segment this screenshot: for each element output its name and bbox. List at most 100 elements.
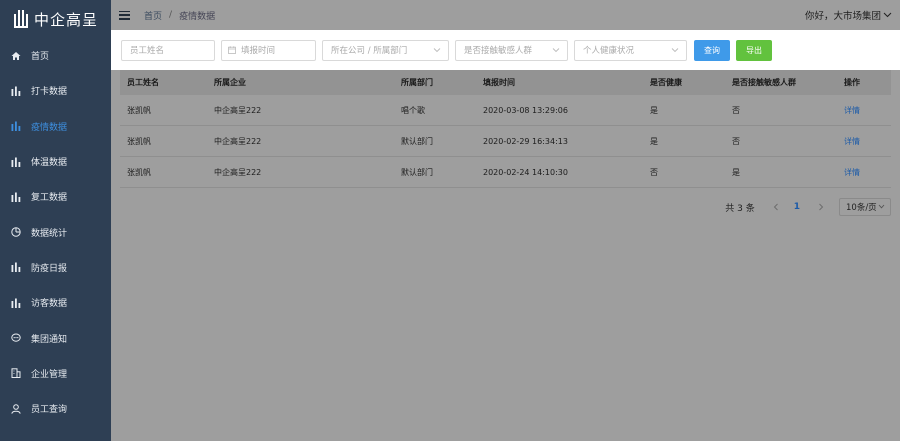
table-cell: 张凯帆 — [127, 136, 151, 146]
company-department-cascader[interactable]: 所在公司 / 所属部门 — [322, 39, 449, 61]
column-header: 所属企业 — [214, 78, 246, 87]
bar-chart-icon — [10, 262, 21, 273]
sidebar-item-enterprise-management[interactable]: 企业管理 — [0, 356, 111, 391]
sidebar-item-home[interactable]: 首页 — [0, 38, 111, 73]
pagination: 共 3 条 1 10条/页 — [111, 196, 891, 218]
employee-name-input[interactable]: 员工姓名 — [121, 39, 215, 61]
pagination-total: 共 3 条 — [725, 203, 755, 214]
table-cell: 是 — [732, 167, 740, 177]
chevron-down-icon — [433, 47, 441, 52]
sidebar-item-label: 数据统计 — [31, 228, 68, 239]
table-cell: 中企高呈222 — [214, 105, 262, 115]
table-header-row: 员工姓名 所属企业 所属部门 填报时间 是否健康 是否接触敏感人群 操作 — [120, 70, 891, 95]
user-greeting: 你好，大市场集团 — [804, 11, 881, 22]
table-cell: 张凯帆 — [127, 167, 151, 177]
sensitive-contact-placeholder: 是否接触敏感人群 — [464, 46, 533, 56]
page-number[interactable]: 1 — [794, 202, 800, 212]
page-size-select[interactable]: 10条/页 — [839, 198, 891, 216]
table-cell: 默认部门 — [401, 136, 433, 146]
calendar-icon — [228, 46, 236, 54]
bar-chart-icon — [10, 191, 21, 202]
column-header: 所属部门 — [401, 78, 433, 87]
sidebar-item-group-notice[interactable]: 集团通知 — [0, 320, 111, 355]
sidebar-nav: 首页 打卡数据 疫情数据 体温数据 复工数据 数据统计 防疫日报 访客数据 集团… — [0, 38, 111, 426]
table-cell: 否 — [732, 136, 740, 146]
sidebar-item-epidemic-data[interactable]: 疫情数据 — [0, 109, 111, 144]
sidebar-item-temperature-data[interactable]: 体温数据 — [0, 144, 111, 179]
sensitive-contact-select[interactable]: 是否接触敏感人群 — [455, 39, 568, 61]
details-link[interactable]: 详情 — [844, 106, 860, 115]
query-button[interactable]: 查询 — [694, 39, 730, 61]
sidebar-item-resume-work-data[interactable]: 复工数据 — [0, 179, 111, 214]
brand-name: 中企高呈 — [34, 10, 99, 29]
column-header: 员工姓名 — [127, 78, 159, 87]
sidebar-item-label: 打卡数据 — [31, 87, 68, 98]
company-department-placeholder: 所在公司 / 所属部门 — [331, 46, 408, 56]
report-date-placeholder: 填报时间 — [241, 46, 276, 56]
health-status-select[interactable]: 个人健康状况 — [574, 39, 687, 61]
user-menu[interactable]: 你好，大市场集团 — [805, 0, 892, 30]
bar-chart-icon — [10, 297, 21, 308]
table-cell: 2020-02-24 14:10:30 — [483, 167, 568, 177]
export-button[interactable]: 导出 — [736, 39, 772, 61]
table-cell: 默认部门 — [401, 167, 433, 177]
user-icon — [10, 403, 21, 414]
chevron-down-icon — [878, 204, 885, 209]
table-cell: 2020-03-08 13:29:06 — [483, 105, 568, 115]
sidebar-item-label: 访客数据 — [31, 299, 68, 310]
table-cell: 张凯帆 — [127, 105, 151, 115]
table-cell: 是 — [650, 105, 658, 115]
menu-toggle-icon[interactable] — [119, 10, 130, 20]
sidebar-item-checkin-data[interactable]: 打卡数据 — [0, 73, 111, 108]
column-header: 是否接触敏感人群 — [732, 78, 796, 87]
page-size-value: 10条/页 — [846, 203, 877, 213]
logo-mark-icon — [14, 10, 28, 28]
sidebar-item-label: 集团通知 — [31, 334, 68, 345]
sidebar-item-label: 员工查询 — [31, 405, 68, 416]
table-cell: 唱个歌 — [401, 105, 425, 115]
table-cell: 中企高呈222 — [214, 167, 262, 177]
sidebar-item-label: 复工数据 — [31, 193, 68, 204]
sidebar-item-label: 首页 — [31, 52, 50, 63]
sidebar-item-employee-query[interactable]: 员工查询 — [0, 391, 111, 426]
health-status-placeholder: 个人健康状况 — [583, 46, 635, 56]
table-cell: 2020-02-29 16:34:13 — [483, 136, 568, 146]
next-page-icon[interactable] — [814, 200, 828, 214]
chevron-down-icon — [671, 47, 679, 52]
details-link[interactable]: 详情 — [844, 137, 860, 146]
home-icon — [10, 50, 21, 61]
breadcrumb-home[interactable]: 首页 — [144, 9, 162, 22]
breadcrumb-current: 疫情数据 — [179, 11, 216, 22]
column-header: 是否健康 — [650, 78, 682, 87]
sidebar-item-label: 体温数据 — [31, 158, 68, 169]
breadcrumb-separator: / — [169, 10, 173, 20]
sidebar-item-label: 防疫日报 — [31, 263, 68, 274]
table-row: 张凯帆 中企高呈222 唱个歌 2020-03-08 13:29:06 是 否 … — [120, 95, 891, 126]
column-header: 填报时间 — [483, 78, 515, 87]
brand-logo[interactable]: 中企高呈 — [0, 0, 111, 38]
top-bar: 首页 / 疫情数据 你好，大市场集团 — [111, 0, 900, 30]
bar-chart-icon — [10, 156, 21, 167]
sidebar-item-statistics[interactable]: 数据统计 — [0, 214, 111, 249]
building-icon — [10, 368, 21, 379]
filter-bar: 员工姓名 填报时间 所在公司 / 所属部门 是否接触敏感人群 个人健康状况 查询… — [111, 30, 900, 70]
bar-chart-icon — [10, 121, 21, 132]
details-link[interactable]: 详情 — [844, 168, 860, 177]
sidebar-item-daily-report[interactable]: 防疫日报 — [0, 250, 111, 285]
sidebar-item-label: 疫情数据 — [31, 122, 68, 133]
sidebar: 中企高呈 首页 打卡数据 疫情数据 体温数据 复工数据 数据统计 防疫日报 访客… — [0, 0, 111, 441]
employee-name-placeholder: 员工姓名 — [130, 46, 165, 56]
pie-chart-icon — [10, 227, 21, 238]
report-date-picker[interactable]: 填报时间 — [221, 39, 316, 61]
sidebar-item-visitor-data[interactable]: 访客数据 — [0, 285, 111, 320]
epidemic-data-table: 员工姓名 所属企业 所属部门 填报时间 是否健康 是否接触敏感人群 操作 张凯帆… — [120, 70, 891, 188]
table-row: 张凯帆 中企高呈222 默认部门 2020-02-24 14:10:30 否 是… — [120, 157, 891, 188]
table-cell: 否 — [732, 105, 740, 115]
prev-page-icon[interactable] — [769, 200, 783, 214]
breadcrumb: 首页 / 疫情数据 — [144, 9, 215, 22]
sidebar-item-label: 企业管理 — [31, 369, 68, 380]
chevron-down-icon — [883, 12, 892, 18]
column-header: 操作 — [844, 78, 860, 87]
chevron-down-icon — [552, 47, 560, 52]
table-cell: 否 — [650, 167, 658, 177]
